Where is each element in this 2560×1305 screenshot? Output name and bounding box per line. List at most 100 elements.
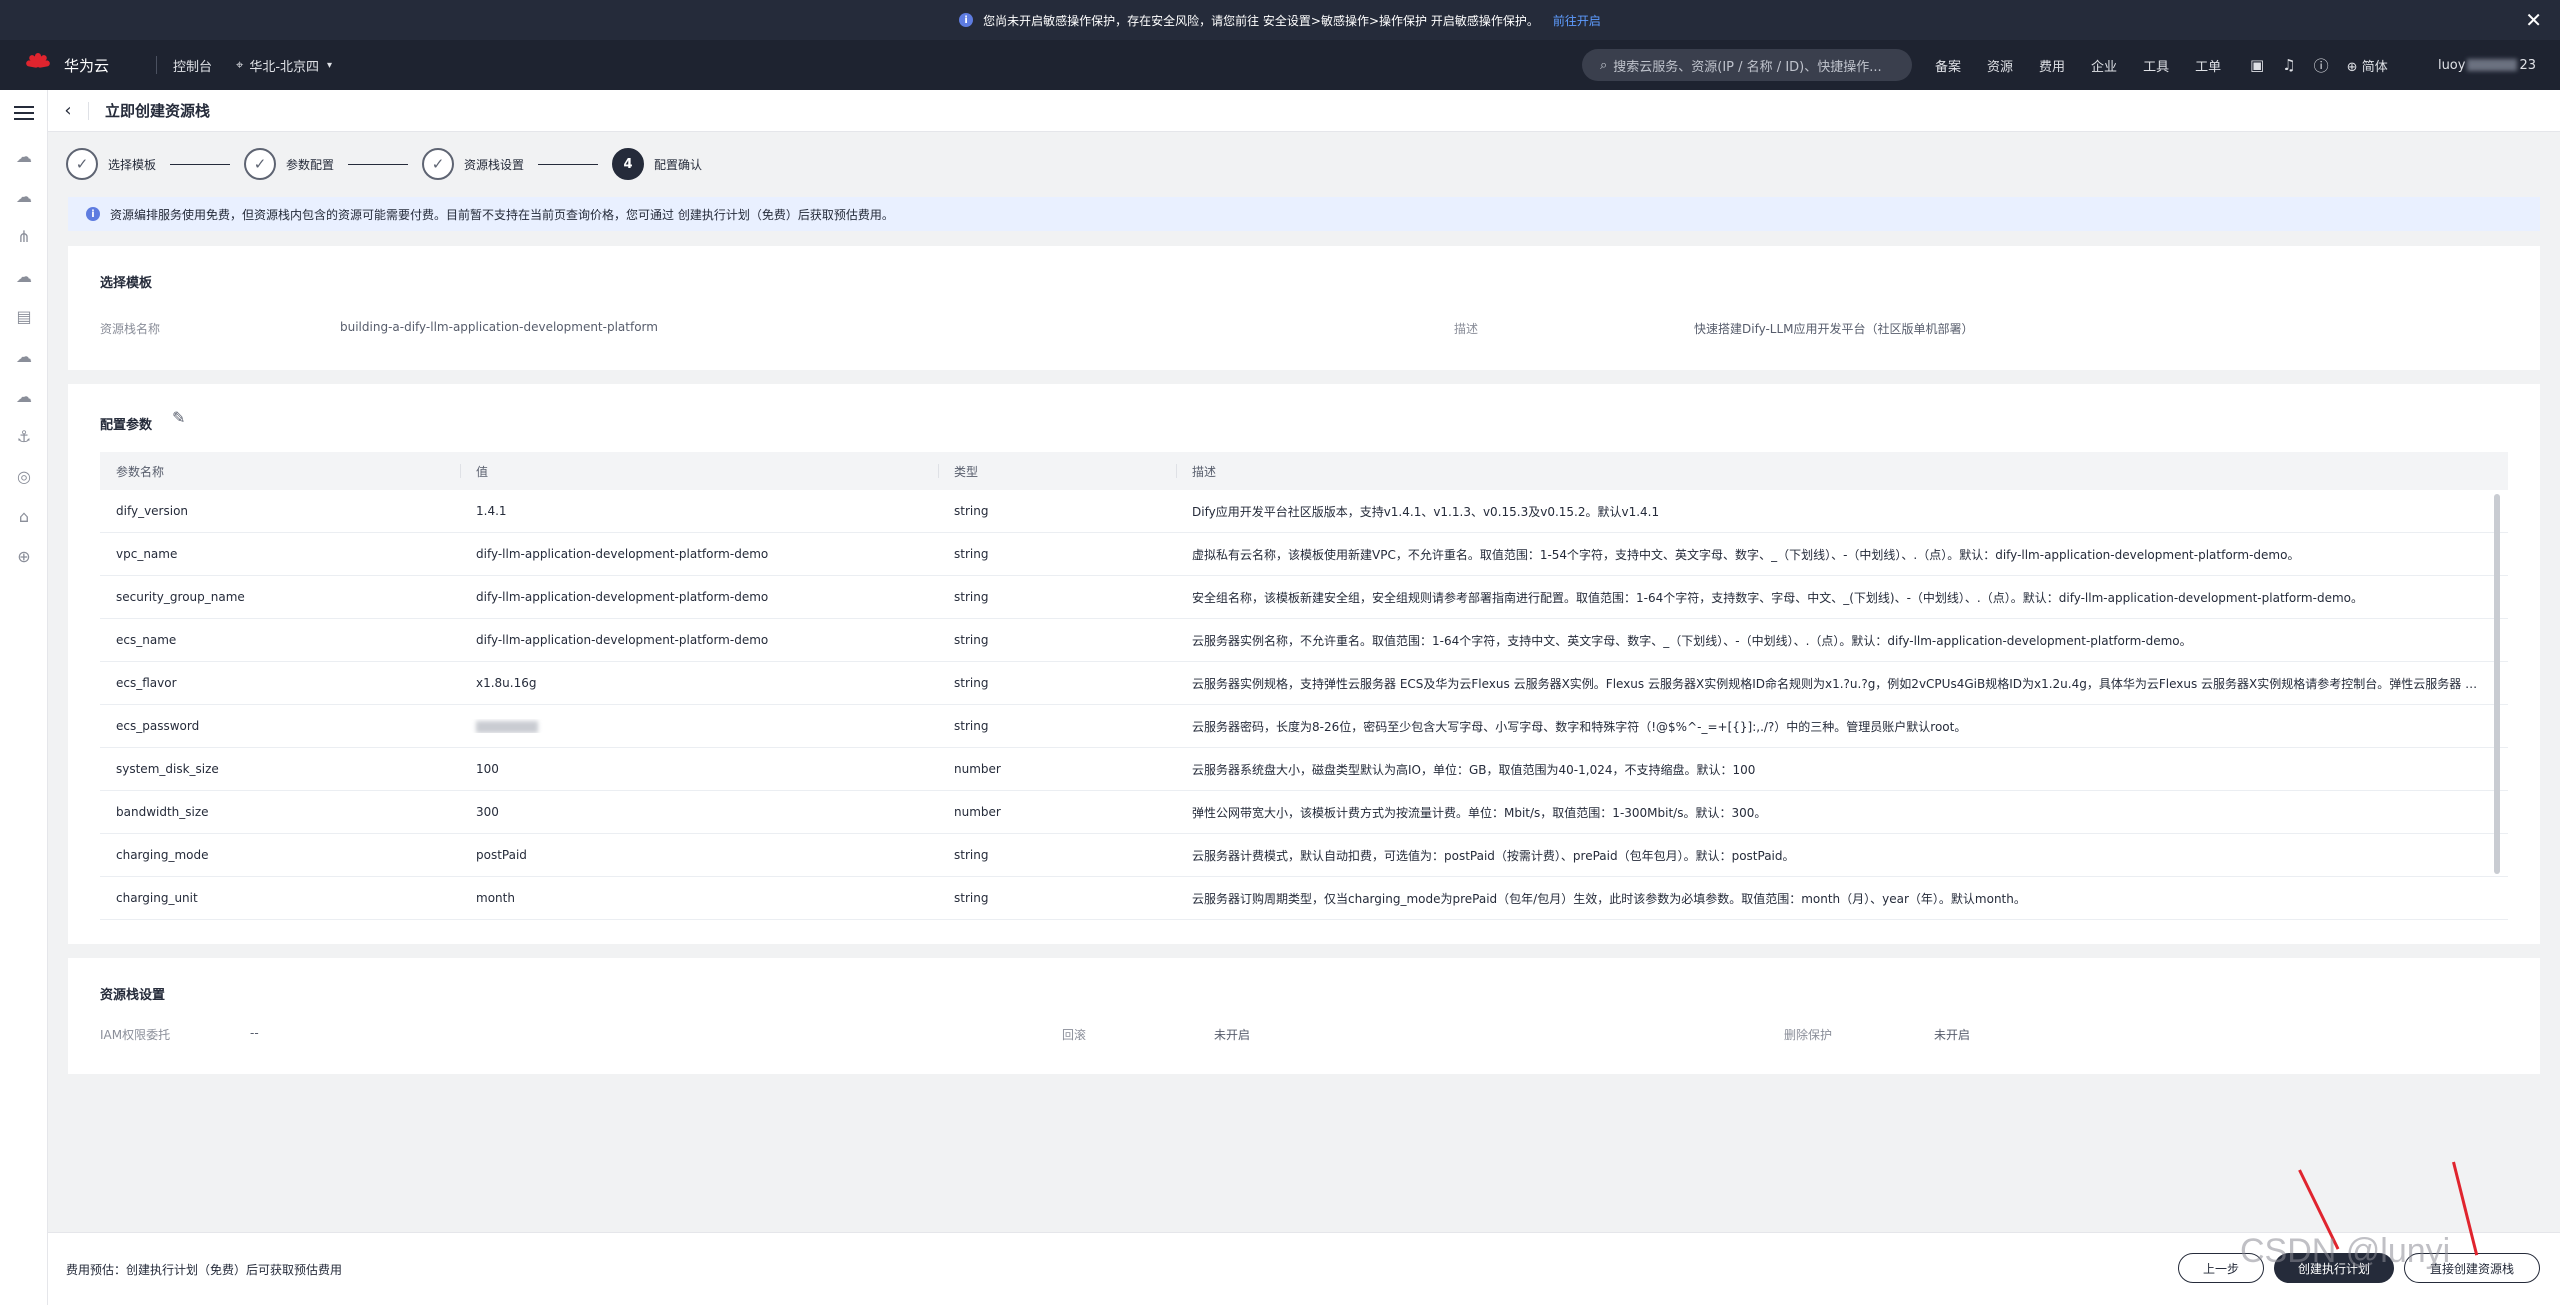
step-number: 4: [612, 148, 645, 180]
section-title: 资源栈设置: [100, 988, 166, 1003]
network-icon[interactable]: ⋔: [14, 226, 34, 246]
top-nav-links: 备案 资源 费用 企业 工具 工单: [1935, 40, 2221, 90]
cloud-icon[interactable]: ☁: [14, 146, 34, 166]
template-card: 选择模板 资源栈名称 building-a-dify-llm-applicati…: [68, 246, 2540, 370]
nav-billing[interactable]: 费用: [2039, 56, 2065, 75]
param-name: system_disk_size: [116, 762, 219, 776]
brand-name: 华为云: [64, 56, 110, 75]
param-desc: 安全组名称，该模板新建安全组，安全组规则请参考部署指南进行配置。取值范围：1-6…: [1192, 590, 2363, 605]
region-label: 华北-北京四: [249, 59, 320, 75]
table-row: system_disk_size 100 number 云服务器系统盘大小，磁盘…: [100, 748, 2508, 791]
table-row: ecs_flavor x1.8u.16g string 云服务器实例规格，支持弹…: [100, 662, 2508, 705]
iam-value: --: [250, 1026, 259, 1040]
notice-link[interactable]: 前往开启: [1553, 12, 1601, 29]
step-stack-settings[interactable]: ✓ 资源栈设置: [422, 148, 524, 180]
page-header: ‹ 立即创建资源栈: [48, 90, 2560, 132]
param-value: dify-llm-application-development-platfor…: [476, 547, 769, 561]
table-row: charging_mode postPaid string 云服务器计费模式，默…: [100, 834, 2508, 877]
cloud-storage-icon[interactable]: ☁: [14, 266, 34, 286]
globe-icon: ⊕: [2346, 59, 2358, 75]
check-icon: ✓: [244, 148, 277, 180]
global-search-input[interactable]: ⌕ 搜索云服务、资源(IP / 名称 / ID)、快捷操作...: [1582, 49, 1912, 81]
param-type: string: [954, 590, 989, 604]
service-sidebar: ☁ ☁ ⋔ ☁ ▤ ☁ ☁ ⚓ ◎ ⌂ ⊕: [0, 90, 48, 1305]
param-name: charging_unit: [116, 891, 198, 905]
password-redacted: [476, 720, 538, 733]
param-desc: 云服务器计费模式，默认自动扣费，可选值为：postPaid（按需计费）、preP…: [1192, 848, 1795, 863]
param-type: string: [954, 547, 989, 561]
param-name: ecs_flavor: [116, 676, 177, 690]
column-header: 类型: [938, 452, 1176, 490]
param-type: string: [954, 633, 989, 647]
nav-tickets[interactable]: 工单: [2195, 56, 2221, 75]
bell-icon[interactable]: ♫: [2282, 56, 2295, 74]
info-text: 资源编排服务使用免费，但资源栈内包含的资源可能需要付费。目前暂不支持在当前页查询…: [110, 207, 894, 222]
section-title: 配置参数: [100, 418, 153, 433]
table-row: bandwidth_size 300 number 弹性公网带宽大小，该模板计费…: [100, 791, 2508, 834]
param-type: string: [954, 719, 989, 733]
param-name: charging_mode: [116, 848, 209, 862]
table-scrollbar[interactable]: [2494, 494, 2500, 874]
terminal-icon[interactable]: ▣: [2250, 56, 2264, 74]
param-desc: 云服务器系统盘大小，磁盘类型默认为高IO，单位：GB，取值范围为40-1,024…: [1192, 762, 1756, 777]
search-placeholder: 搜索云服务、资源(IP / 名称 / ID)、快捷操作...: [1613, 59, 1882, 75]
step-label: 资源栈设置: [464, 157, 525, 172]
cloud-server-icon[interactable]: ☁: [14, 186, 34, 206]
nav-resources[interactable]: 资源: [1987, 56, 2013, 75]
username-redacted: [2467, 59, 2518, 71]
nav-beian[interactable]: 备案: [1935, 56, 1961, 75]
close-icon[interactable]: ✕: [2525, 8, 2542, 32]
notice-text: 您尚未开启敏感操作保护，存在安全风险，请您前往 安全设置>敏感操作>操作保护 开…: [983, 13, 1539, 28]
stack-name-label: 资源栈名称: [100, 322, 161, 336]
language-label: 简体: [2361, 59, 2388, 75]
cloud-service-icon[interactable]: ☁: [14, 346, 34, 366]
huawei-logo[interactable]: 华为云: [0, 51, 140, 79]
region-selector[interactable]: ⌖ 华北-北京四 ▾: [236, 56, 332, 75]
database-icon[interactable]: ▤: [14, 306, 34, 326]
description-label: 描述: [1454, 322, 1479, 336]
delete-protection-label: 删除保护: [1784, 1028, 1833, 1042]
cloud-backup-icon[interactable]: ☁: [14, 386, 34, 406]
console-link[interactable]: 控制台: [173, 56, 212, 75]
check-icon: ✓: [422, 148, 455, 180]
table-row: dify_version 1.4.1 string Dify应用开发平台社区版版…: [100, 490, 2508, 533]
table-row: ecs_password string 云服务器密码，长度为8-26位，密码至少…: [100, 705, 2508, 748]
anchor-icon[interactable]: ⚓: [14, 426, 34, 446]
language-selector[interactable]: ⊕ 简体: [2347, 56, 2388, 75]
table-header: 参数名称 值 类型 描述: [100, 452, 2508, 490]
info-banner: i 资源编排服务使用免费，但资源栈内包含的资源可能需要付费。目前暂不支持在当前页…: [68, 197, 2540, 231]
nav-tools[interactable]: 工具: [2143, 56, 2169, 75]
help-icon[interactable]: ⓘ: [2314, 55, 2329, 76]
stack-settings-card: 资源栈设置 IAM权限委托 -- 回滚 未开启 删除保护 未开启: [68, 958, 2540, 1074]
param-value-masked: [460, 719, 938, 733]
param-desc: 云服务器订购周期类型，仅当charging_mode为prePaid（包年/包月…: [1192, 891, 2026, 906]
params-table: 参数名称 值 类型 描述 dify_version 1.4.1 string D…: [100, 452, 2508, 920]
location-icon: ⌖: [236, 57, 244, 73]
nav-enterprise[interactable]: 企业: [2091, 56, 2117, 75]
compass-icon[interactable]: ◎: [14, 466, 34, 486]
chevron-down-icon: ▾: [327, 59, 333, 71]
menu-icon[interactable]: [14, 102, 34, 124]
back-arrow-icon[interactable]: ‹: [48, 100, 88, 121]
huawei-logo-icon: [24, 51, 52, 79]
search-icon: ⌕: [1600, 57, 1608, 73]
security-notice-bar: i 您尚未开启敏感操作保护，存在安全风险，请您前往 安全设置>敏感操作>操作保护…: [0, 0, 2560, 40]
param-type: number: [954, 762, 1001, 776]
lock-icon[interactable]: ⌂: [14, 506, 34, 526]
stack-name-value: building-a-dify-llm-application-developm…: [340, 320, 658, 334]
param-value: postPaid: [476, 848, 527, 862]
table-row: vpc_name dify-llm-application-developmen…: [100, 533, 2508, 576]
user-menu[interactable]: luoy 23: [2438, 40, 2536, 90]
column-header: 参数名称: [116, 464, 165, 479]
step-label: 配置确认: [654, 157, 703, 172]
param-name: bandwidth_size: [116, 805, 209, 819]
step-select-template[interactable]: ✓ 选择模板: [66, 148, 156, 180]
param-value: dify-llm-application-development-platfor…: [476, 633, 769, 647]
iam-label: IAM权限委托: [100, 1028, 171, 1042]
param-type: string: [954, 504, 989, 518]
edit-icon[interactable]: ✎: [172, 408, 185, 427]
step-param-config[interactable]: ✓ 参数配置: [244, 148, 334, 180]
column-header: 描述: [1176, 452, 2484, 490]
globe-icon[interactable]: ⊕: [14, 546, 34, 566]
info-icon: i: [86, 207, 100, 221]
